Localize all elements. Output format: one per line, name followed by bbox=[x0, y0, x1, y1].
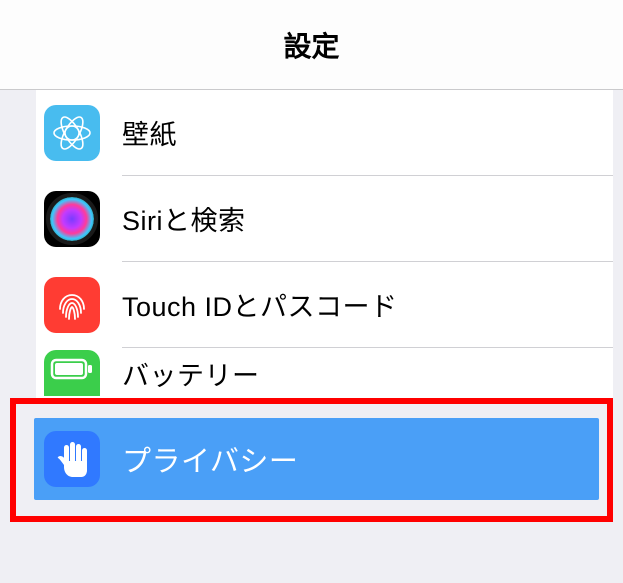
row-label-wallpaper: 壁紙 bbox=[122, 113, 177, 152]
row-touchid[interactable]: Touch IDとパスコード bbox=[36, 262, 613, 348]
row-siri[interactable]: Siriと検索 bbox=[36, 176, 613, 262]
row-label-siri: Siriと検索 bbox=[122, 199, 246, 238]
row-privacy[interactable]: プライバシー bbox=[34, 418, 599, 500]
row-label-battery: バッテリー bbox=[122, 354, 260, 393]
wallpaper-icon bbox=[44, 105, 100, 161]
settings-list: 壁紙 Siriと検索 bbox=[36, 90, 613, 398]
row-battery[interactable]: バッテリー bbox=[36, 348, 613, 398]
row-wallpaper[interactable]: 壁紙 bbox=[36, 90, 613, 176]
battery-icon bbox=[44, 350, 100, 396]
page-title: 設定 bbox=[283, 25, 339, 65]
hand-icon bbox=[44, 431, 100, 487]
row-label-touchid: Touch IDとパスコード bbox=[122, 285, 398, 324]
row-label-privacy: プライバシー bbox=[122, 438, 298, 480]
fingerprint-icon bbox=[44, 277, 100, 333]
header: 設定 bbox=[0, 0, 623, 90]
siri-icon bbox=[44, 191, 100, 247]
highlight-annotation: プライバシー bbox=[10, 398, 613, 522]
